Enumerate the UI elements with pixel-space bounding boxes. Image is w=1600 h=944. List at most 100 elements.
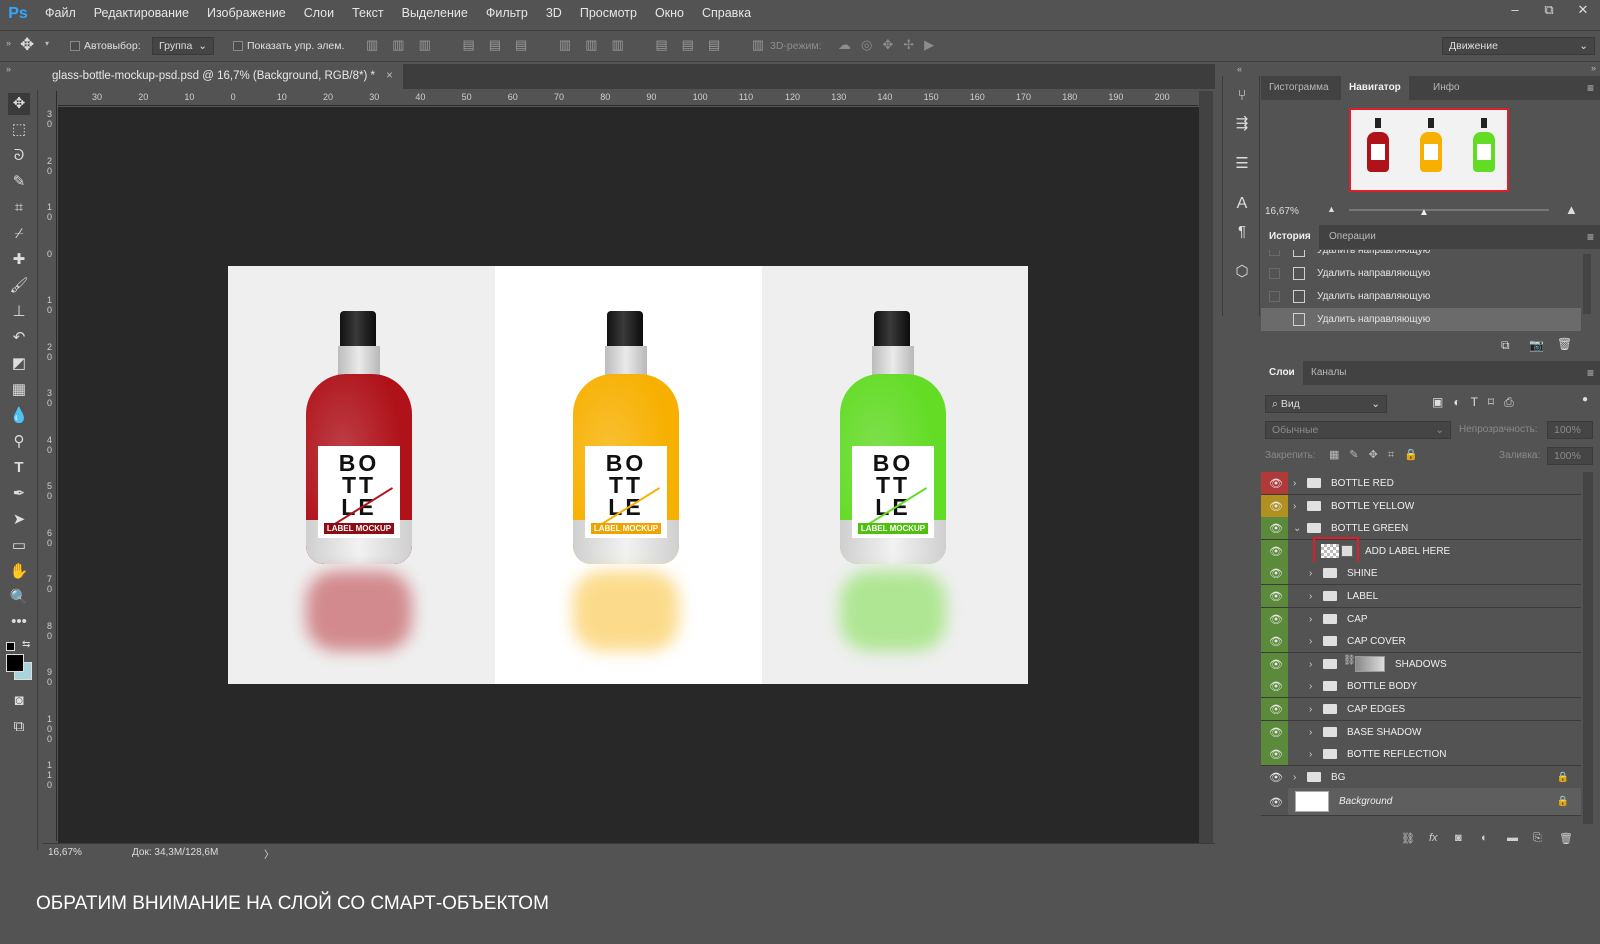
- history-source-checkbox[interactable]: [1269, 314, 1280, 325]
- layer-filter-select[interactable]: ⌕ Вид ⌄: [1265, 395, 1387, 413]
- layer-row[interactable]: 👁 › BOTTLE YELLOW: [1261, 494, 1581, 518]
- default-colors-icon[interactable]: [6, 642, 15, 651]
- healing-brush-icon[interactable]: ✚: [8, 249, 30, 271]
- screen-mode-icon[interactable]: ⧉: [8, 716, 30, 738]
- brush-presets-icon[interactable]: ⑂: [1232, 86, 1252, 106]
- menu-7[interactable]: 3D: [537, 0, 571, 27]
- minimize-button[interactable]: –: [1498, 0, 1532, 22]
- vertical-scrollbar[interactable]: [1199, 91, 1213, 843]
- layer-visibility-toggle[interactable]: 👁: [1261, 585, 1288, 607]
- lasso-tool-icon[interactable]: ᘐ: [8, 145, 30, 167]
- add-mask-icon[interactable]: ◙: [1455, 832, 1462, 844]
- history-source-checkbox[interactable]: [1269, 268, 1280, 279]
- menu-4[interactable]: Текст: [343, 0, 392, 27]
- chevron-down-icon[interactable]: ▾: [45, 39, 49, 48]
- trash-icon[interactable]: 🗑: [1557, 337, 1572, 351]
- expand-arrow-icon[interactable]: ›: [1309, 630, 1312, 653]
- layer-row[interactable]: 👁 › SHINE: [1261, 562, 1581, 586]
- layer-row[interactable]: 👁 › BG 🔒: [1261, 765, 1581, 789]
- layer-row[interactable]: 👁 › CAP COVER: [1261, 630, 1581, 654]
- 3d-mode-icons[interactable]: ☁◎✥✢▶: [838, 37, 944, 53]
- rectangle-tool-icon[interactable]: ▭: [8, 535, 30, 557]
- tab-info[interactable]: Инфо: [1425, 76, 1468, 100]
- menu-6[interactable]: Фильтр: [477, 0, 537, 27]
- layer-row[interactable]: 👁 › LABEL: [1261, 585, 1581, 608]
- autoselect-select[interactable]: Группа ⌄: [152, 37, 214, 55]
- layer-row[interactable]: 👁 › BASE SHADOW: [1261, 720, 1581, 744]
- blur-tool-icon[interactable]: 💧: [8, 405, 30, 427]
- layer-filter-icons[interactable]: ▣◐T⌑⎙: [1432, 395, 1524, 410]
- status-menu-arrow[interactable]: 〉: [264, 846, 274, 861]
- layer-row[interactable]: 👁 › ⛓ SHADOWS: [1261, 652, 1581, 676]
- navigator-zoom[interactable]: 16,67%: [1265, 206, 1299, 217]
- layer-visibility-toggle[interactable]: 👁: [1261, 539, 1288, 562]
- panels-collapse-icon[interactable]: »: [1591, 63, 1596, 73]
- blend-mode-select[interactable]: Обычные ⌄: [1265, 421, 1451, 439]
- foreground-color-swatch[interactable]: [6, 654, 24, 672]
- layer-visibility-toggle[interactable]: 👁: [1261, 765, 1288, 788]
- toolbar-collapse-icon[interactable]: »: [6, 64, 11, 74]
- gradient-tool-icon[interactable]: ▦: [8, 379, 30, 401]
- fill-input[interactable]: 100%: [1547, 447, 1593, 465]
- layers-scrollbar[interactable]: [1583, 472, 1593, 824]
- document-tab[interactable]: glass-bottle-mockup-psd.psd @ 16,7% (Bac…: [42, 64, 403, 89]
- layer-visibility-toggle[interactable]: 👁: [1261, 720, 1288, 743]
- document-canvas[interactable]: BO TT LELABEL MOCKUP BO TT LELABEL MOCKUP…: [228, 266, 1028, 684]
- layer-visibility-toggle[interactable]: 👁: [1261, 494, 1288, 517]
- menu-3[interactable]: Слои: [295, 0, 343, 27]
- eyedropper-icon[interactable]: ⌿: [8, 223, 30, 245]
- menu-10[interactable]: Справка: [693, 0, 760, 27]
- clone-source-icon[interactable]: ☰: [1232, 154, 1252, 174]
- menu-9[interactable]: Окно: [646, 0, 693, 27]
- character-icon[interactable]: A: [1232, 194, 1252, 214]
- history-item[interactable]: Удалить направляющую: [1261, 285, 1581, 308]
- opacity-input[interactable]: 100%: [1547, 421, 1593, 439]
- eraser-tool-icon[interactable]: ◩: [8, 353, 30, 375]
- zoom-slider-track[interactable]: [1349, 209, 1549, 211]
- history-item[interactable]: Удалить направляющую: [1261, 250, 1581, 262]
- expand-arrow-icon[interactable]: ⌄: [1293, 517, 1301, 540]
- new-document-from-state-icon[interactable]: ⧉: [1501, 338, 1510, 353]
- zoom-out-icon[interactable]: ▲: [1327, 204, 1336, 214]
- quick-mask-icon[interactable]: ◙: [8, 690, 30, 712]
- tab-actions[interactable]: Операции: [1321, 225, 1384, 249]
- type-tool-icon[interactable]: T: [8, 457, 30, 479]
- status-zoom[interactable]: 16,67%: [48, 847, 82, 858]
- pen-tool-icon[interactable]: ✒: [8, 483, 30, 505]
- more-tools-icon[interactable]: •••: [8, 611, 30, 633]
- zoom-in-icon[interactable]: ▲: [1565, 202, 1578, 217]
- history-source-checkbox[interactable]: [1269, 291, 1280, 302]
- layer-visibility-toggle[interactable]: 👁: [1261, 472, 1288, 494]
- expand-arrow-icon[interactable]: ›: [1309, 562, 1312, 585]
- expand-arrow-icon[interactable]: ›: [1309, 653, 1312, 676]
- expand-arrow-icon[interactable]: ›: [1309, 675, 1312, 698]
- new-layer-icon[interactable]: ⎘: [1533, 832, 1542, 845]
- panel-collapse-icon[interactable]: »: [6, 38, 11, 48]
- navigator-thumbnail[interactable]: [1349, 108, 1509, 192]
- crop-tool-icon[interactable]: ⌗: [8, 197, 30, 219]
- tab-history[interactable]: История: [1261, 225, 1319, 249]
- history-item[interactable]: Удалить направляющую: [1261, 308, 1581, 331]
- layer-visibility-toggle[interactable]: 👁: [1261, 788, 1288, 816]
- expand-arrow-icon[interactable]: ›: [1293, 766, 1296, 789]
- menu-1[interactable]: Редактирование: [85, 0, 198, 27]
- zoom-slider-handle[interactable]: ▲: [1419, 207, 1429, 218]
- expand-arrow-icon[interactable]: ›: [1293, 472, 1296, 495]
- layer-visibility-toggle[interactable]: 👁: [1261, 607, 1288, 630]
- layer-visibility-toggle[interactable]: 👁: [1261, 517, 1288, 540]
- brush-settings-icon[interactable]: ⇶: [1232, 114, 1252, 134]
- layer-visibility-toggle[interactable]: 👁: [1261, 652, 1288, 675]
- stamp-tool-icon[interactable]: ⊥: [8, 301, 30, 323]
- layer-visibility-toggle[interactable]: 👁: [1261, 562, 1288, 585]
- menu-0[interactable]: Файл: [36, 0, 85, 27]
- history-item[interactable]: Удалить направляющую: [1261, 262, 1581, 285]
- snapshot-icon[interactable]: 📷: [1529, 338, 1544, 352]
- layer-row[interactable]: 👁 ⌄ BOTTLE GREEN: [1261, 517, 1581, 541]
- layer-row[interactable]: 👁 › BOTTE REFLECTION: [1261, 743, 1581, 767]
- autoselect-checkbox[interactable]: [70, 41, 80, 51]
- expand-arrow-icon[interactable]: ›: [1309, 721, 1312, 744]
- tab-layers[interactable]: Слои: [1261, 361, 1303, 385]
- layer-row[interactable]: 👁 Background 🔒: [1261, 788, 1581, 817]
- 3d-icon[interactable]: ⬡: [1232, 262, 1252, 282]
- layer-row[interactable]: 👁 › BOTTLE RED: [1261, 472, 1581, 495]
